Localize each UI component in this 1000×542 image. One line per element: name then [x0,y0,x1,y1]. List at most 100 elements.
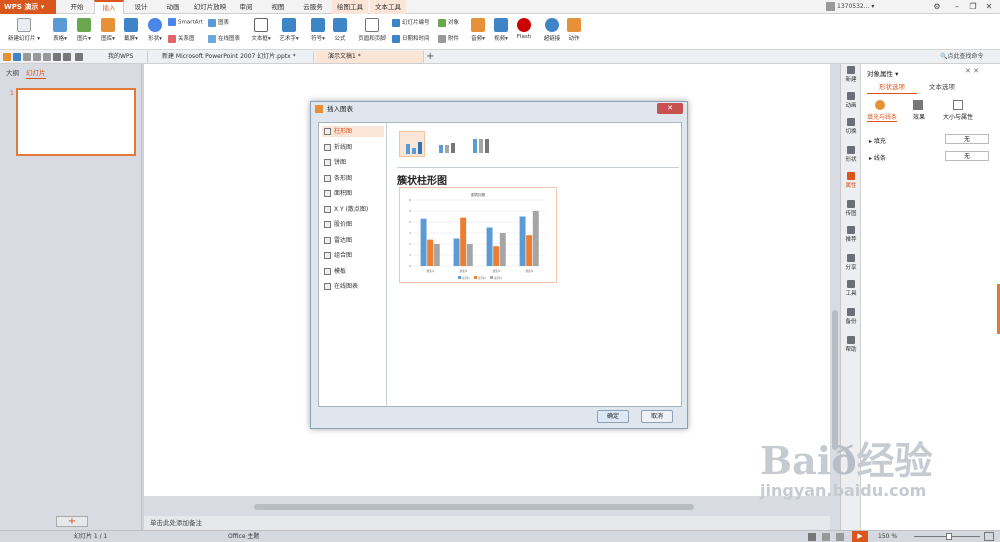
tab-1[interactable]: 插入 [94,0,124,14]
symbol-button[interactable]: 符号▾ [308,18,328,42]
header-footer-button[interactable]: 页眉和页脚 [356,18,388,42]
chart-preview[interactable]: 图表标题 0 1 2 3 4 5 6 类别1 类别2 类别3 类别4 系列1 系列2 系列3 [399,187,557,283]
cancel-button[interactable]: 取消 [641,410,673,423]
tab-6[interactable]: 视图 [262,0,294,14]
document-tab[interactable]: 演示文稿1 * [316,51,424,63]
effect-icon[interactable] [913,100,923,110]
video-button[interactable]: 视频▾ [490,18,512,42]
line-row[interactable]: ▸ 线条 [869,153,886,162]
chart-type-item[interactable]: 雷达图 [322,235,384,246]
smartart-button[interactable]: SmartArt [168,18,203,26]
close-window-button[interactable]: ✕ [982,1,996,13]
chart-variant-1[interactable] [433,131,459,157]
action-button[interactable]: 动作 [564,18,584,42]
slide-thumbnail[interactable] [16,88,136,156]
sorter-view-icon[interactable] [822,533,830,541]
sidebar-item-9[interactable]: 备份 [841,308,861,325]
print-icon[interactable] [33,53,41,61]
sidebar-item-1[interactable]: 动画 [841,92,861,109]
sidebar-item-7[interactable]: 分享 [841,254,861,271]
chart-type-item[interactable]: 面积图 [322,188,384,199]
table-button[interactable]: 表格▾ [50,18,70,42]
vertical-scroll-thumb[interactable] [832,310,838,450]
tab-7[interactable]: 云服务 [296,0,330,14]
dialog-title-bar[interactable]: 插入图表 [311,102,687,116]
sidebar-item-2[interactable]: 切换 [841,118,861,135]
chart-type-item[interactable]: X Y (散点图) [322,204,384,215]
tab-slides[interactable]: 幻灯片 [26,67,46,79]
add-slide-button[interactable]: + [56,516,88,527]
tab-4[interactable]: 幻灯片放映 [190,0,230,14]
hyperlink-button[interactable]: 超链接 [540,18,564,42]
normal-view-icon[interactable] [808,533,816,541]
open-icon[interactable] [3,53,11,61]
account-area[interactable]: 1370532... ▾ [826,1,896,13]
sidebar-item-4[interactable]: 属性 [841,172,861,189]
picture-button[interactable]: 图片▾ [74,18,94,42]
tab-0[interactable]: 开始 [62,0,92,14]
document-tab[interactable]: 我的WPS [96,51,148,63]
notes-pane[interactable]: 单击此处添加备注 [144,516,830,530]
reading-view-icon[interactable] [836,533,844,541]
attachment-button[interactable]: 附件 [438,34,459,43]
subtab-effect[interactable]: 效果 [913,112,925,121]
tab-text-options[interactable]: 文本选项 [917,80,967,94]
horizontal-scrollbar[interactable] [144,496,830,516]
properties-title[interactable]: 对象属性 ▾ [867,68,898,78]
tab-2[interactable]: 设计 [126,0,156,14]
tab-outline[interactable]: 大纲 [6,67,19,79]
zoom-thumb[interactable] [946,533,952,540]
scroll-thumb[interactable] [254,504,694,510]
chart-type-item[interactable]: 股价图 [322,219,384,230]
document-tab[interactable]: 新建 Microsoft PowerPoint 2007 幻灯片.pptx * [150,51,314,63]
settings-icon[interactable]: ⚙ [930,1,944,13]
online-chart-button[interactable]: 在线图表 [208,34,240,43]
fill-row[interactable]: ▸ 填充 [869,136,886,145]
command-search[interactable]: 🔍点此查找命令 [940,51,984,63]
restore-button[interactable]: ❐ [966,1,980,13]
tab-5[interactable]: 审阅 [232,0,260,14]
tab-9[interactable]: 文本工具 [370,0,406,14]
minimize-button[interactable]: – [950,1,964,13]
redo-icon[interactable] [63,53,71,61]
chart-variant-0[interactable] [399,131,425,157]
sidebar-item-5[interactable]: 传图 [841,200,861,217]
undo-icon[interactable] [53,53,61,61]
new-slide-button[interactable]: 新建幻灯片 ▾ [4,18,44,42]
datetime-button[interactable]: 日期和时间 [392,34,430,43]
sidebar-item-0[interactable]: 新建 [841,66,861,83]
gallery-button[interactable]: 图库▾ [98,18,118,42]
object-button[interactable]: 对象 [438,18,459,27]
dialog-close-button[interactable]: ✕ [657,103,683,114]
fill-line-icon[interactable] [875,100,885,110]
sidebar-item-10[interactable]: 帮助 [841,336,861,353]
flash-button[interactable]: Flash [514,18,534,40]
save-icon[interactable] [13,53,21,61]
chart-type-item[interactable]: 在线图表 [322,281,384,292]
textbox-button[interactable]: 文本框▾ [248,18,274,42]
chart-variant-2[interactable] [467,131,493,157]
pane-close-icon[interactable]: ✕ ✕ [965,67,979,75]
zoom-level[interactable]: 150 % [878,532,897,542]
chart-type-item[interactable]: 折线图 [322,142,384,153]
new-tab-button[interactable]: + [426,50,434,64]
preview-icon[interactable] [43,53,51,61]
tab-8[interactable]: 绘图工具 [332,0,368,14]
chart-type-item[interactable]: 饼图 [322,157,384,168]
chart-type-item[interactable]: 组合图 [322,250,384,261]
tab-3[interactable]: 动画 [158,0,188,14]
customize-icon[interactable] [75,53,83,61]
subtab-fill-line[interactable]: 填充与线条 [867,112,898,122]
sidebar-item-6[interactable]: 推荐 [841,226,861,243]
size-icon[interactable] [953,100,963,110]
tab-shape-options[interactable]: 形状选项 [867,80,917,94]
app-menu-button[interactable]: WPS 演示 ▾ [0,0,56,14]
chart-type-item[interactable]: 柱形图 [322,126,384,137]
output-pdf-icon[interactable] [23,53,31,61]
fill-dropdown[interactable]: 无 [945,134,989,144]
subtab-size[interactable]: 大小与属性 [943,112,973,121]
fit-window-icon[interactable] [984,532,994,541]
line-dropdown[interactable]: 无 [945,151,989,161]
chart-type-item[interactable]: 模板 [322,266,384,277]
sidebar-item-8[interactable]: 工具 [841,280,861,297]
